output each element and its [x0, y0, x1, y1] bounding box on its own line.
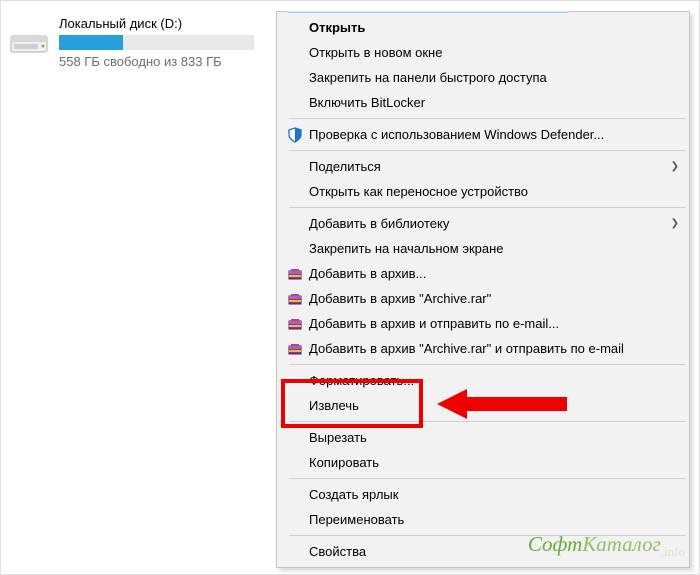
menu-cut[interactable]: Вырезать [279, 425, 687, 450]
menu-archive-email[interactable]: Добавить в архив и отправить по e-mail..… [279, 311, 687, 336]
menu-label: Вырезать [309, 430, 679, 445]
menu-label: Закрепить на панели быстрого доступа [309, 70, 679, 85]
menu-pin-quick-access[interactable]: Закрепить на панели быстрого доступа [279, 65, 687, 90]
menu-label: Добавить в архив... [309, 266, 679, 281]
menu-share[interactable]: Поделиться ❯ [279, 154, 687, 179]
menu-add-archive[interactable]: Добавить в архив... [279, 261, 687, 286]
menu-label: Добавить в архив "Archive.rar" и отправи… [309, 341, 679, 356]
menu-label: Добавить в архив "Archive.rar" [309, 291, 679, 306]
winrar-icon [287, 266, 309, 282]
menu-open-portable[interactable]: Открыть как переносное устройство [279, 179, 687, 204]
capacity-bar [59, 35, 254, 50]
context-menu: Открыть Открыть в новом окне Закрепить н… [276, 11, 690, 568]
menu-label: Открыть [309, 20, 679, 35]
menu-add-archive-named[interactable]: Добавить в архив "Archive.rar" [279, 286, 687, 311]
separator [289, 207, 686, 208]
drive-title: Локальный диск (D:) [59, 16, 269, 31]
separator [289, 150, 686, 151]
capacity-fill [59, 35, 123, 50]
drive-item[interactable]: Локальный диск (D:) 558 ГБ свободно из 8… [9, 16, 269, 69]
menu-label: Свойства [309, 544, 679, 559]
menu-label: Включить BitLocker [309, 95, 679, 110]
winrar-icon [287, 316, 309, 332]
menu-label: Копировать [309, 455, 679, 470]
menu-format[interactable]: Форматировать... [279, 368, 687, 393]
menu-label: Добавить в библиотеку [309, 216, 667, 231]
chevron-right-icon: ❯ [667, 161, 679, 172]
menu-label: Извлечь [309, 398, 679, 413]
menu-properties[interactable]: Свойства [279, 539, 687, 564]
separator [289, 421, 686, 422]
menu-copy[interactable]: Копировать [279, 450, 687, 475]
menu-label: Открыть в новом окне [309, 45, 679, 60]
separator [289, 364, 686, 365]
menu-add-library[interactable]: Добавить в библиотеку ❯ [279, 211, 687, 236]
winrar-icon [287, 341, 309, 357]
winrar-icon [287, 291, 309, 307]
menu-label: Закрепить на начальном экране [309, 241, 679, 256]
hdd-icon [9, 22, 49, 62]
drive-free-text: 558 ГБ свободно из 833 ГБ [59, 54, 269, 69]
menu-bitlocker[interactable]: Включить BitLocker [279, 90, 687, 115]
menu-pin-start[interactable]: Закрепить на начальном экране [279, 236, 687, 261]
chevron-right-icon: ❯ [667, 218, 679, 229]
menu-label: Форматировать... [309, 373, 679, 388]
separator [289, 535, 686, 536]
menu-label: Открыть как переносное устройство [309, 184, 679, 199]
separator [289, 478, 686, 479]
menu-label: Переименовать [309, 512, 679, 527]
menu-rename[interactable]: Переименовать [279, 507, 687, 532]
drive-info: Локальный диск (D:) 558 ГБ свободно из 8… [59, 16, 269, 69]
shield-icon [287, 127, 309, 143]
menu-archive-named-email[interactable]: Добавить в архив "Archive.rar" и отправи… [279, 336, 687, 361]
menu-open-new-window[interactable]: Открыть в новом окне [279, 40, 687, 65]
menu-eject[interactable]: Извлечь [279, 393, 687, 418]
menu-defender[interactable]: Проверка с использованием Windows Defend… [279, 122, 687, 147]
menu-create-shortcut[interactable]: Создать ярлык [279, 482, 687, 507]
menu-label: Добавить в архив и отправить по e-mail..… [309, 316, 679, 331]
menu-open[interactable]: Открыть [279, 15, 687, 40]
menu-label: Поделиться [309, 159, 667, 174]
menu-selection-highlight [287, 11, 569, 13]
separator [289, 118, 686, 119]
menu-label: Создать ярлык [309, 487, 679, 502]
menu-label: Проверка с использованием Windows Defend… [309, 127, 679, 142]
